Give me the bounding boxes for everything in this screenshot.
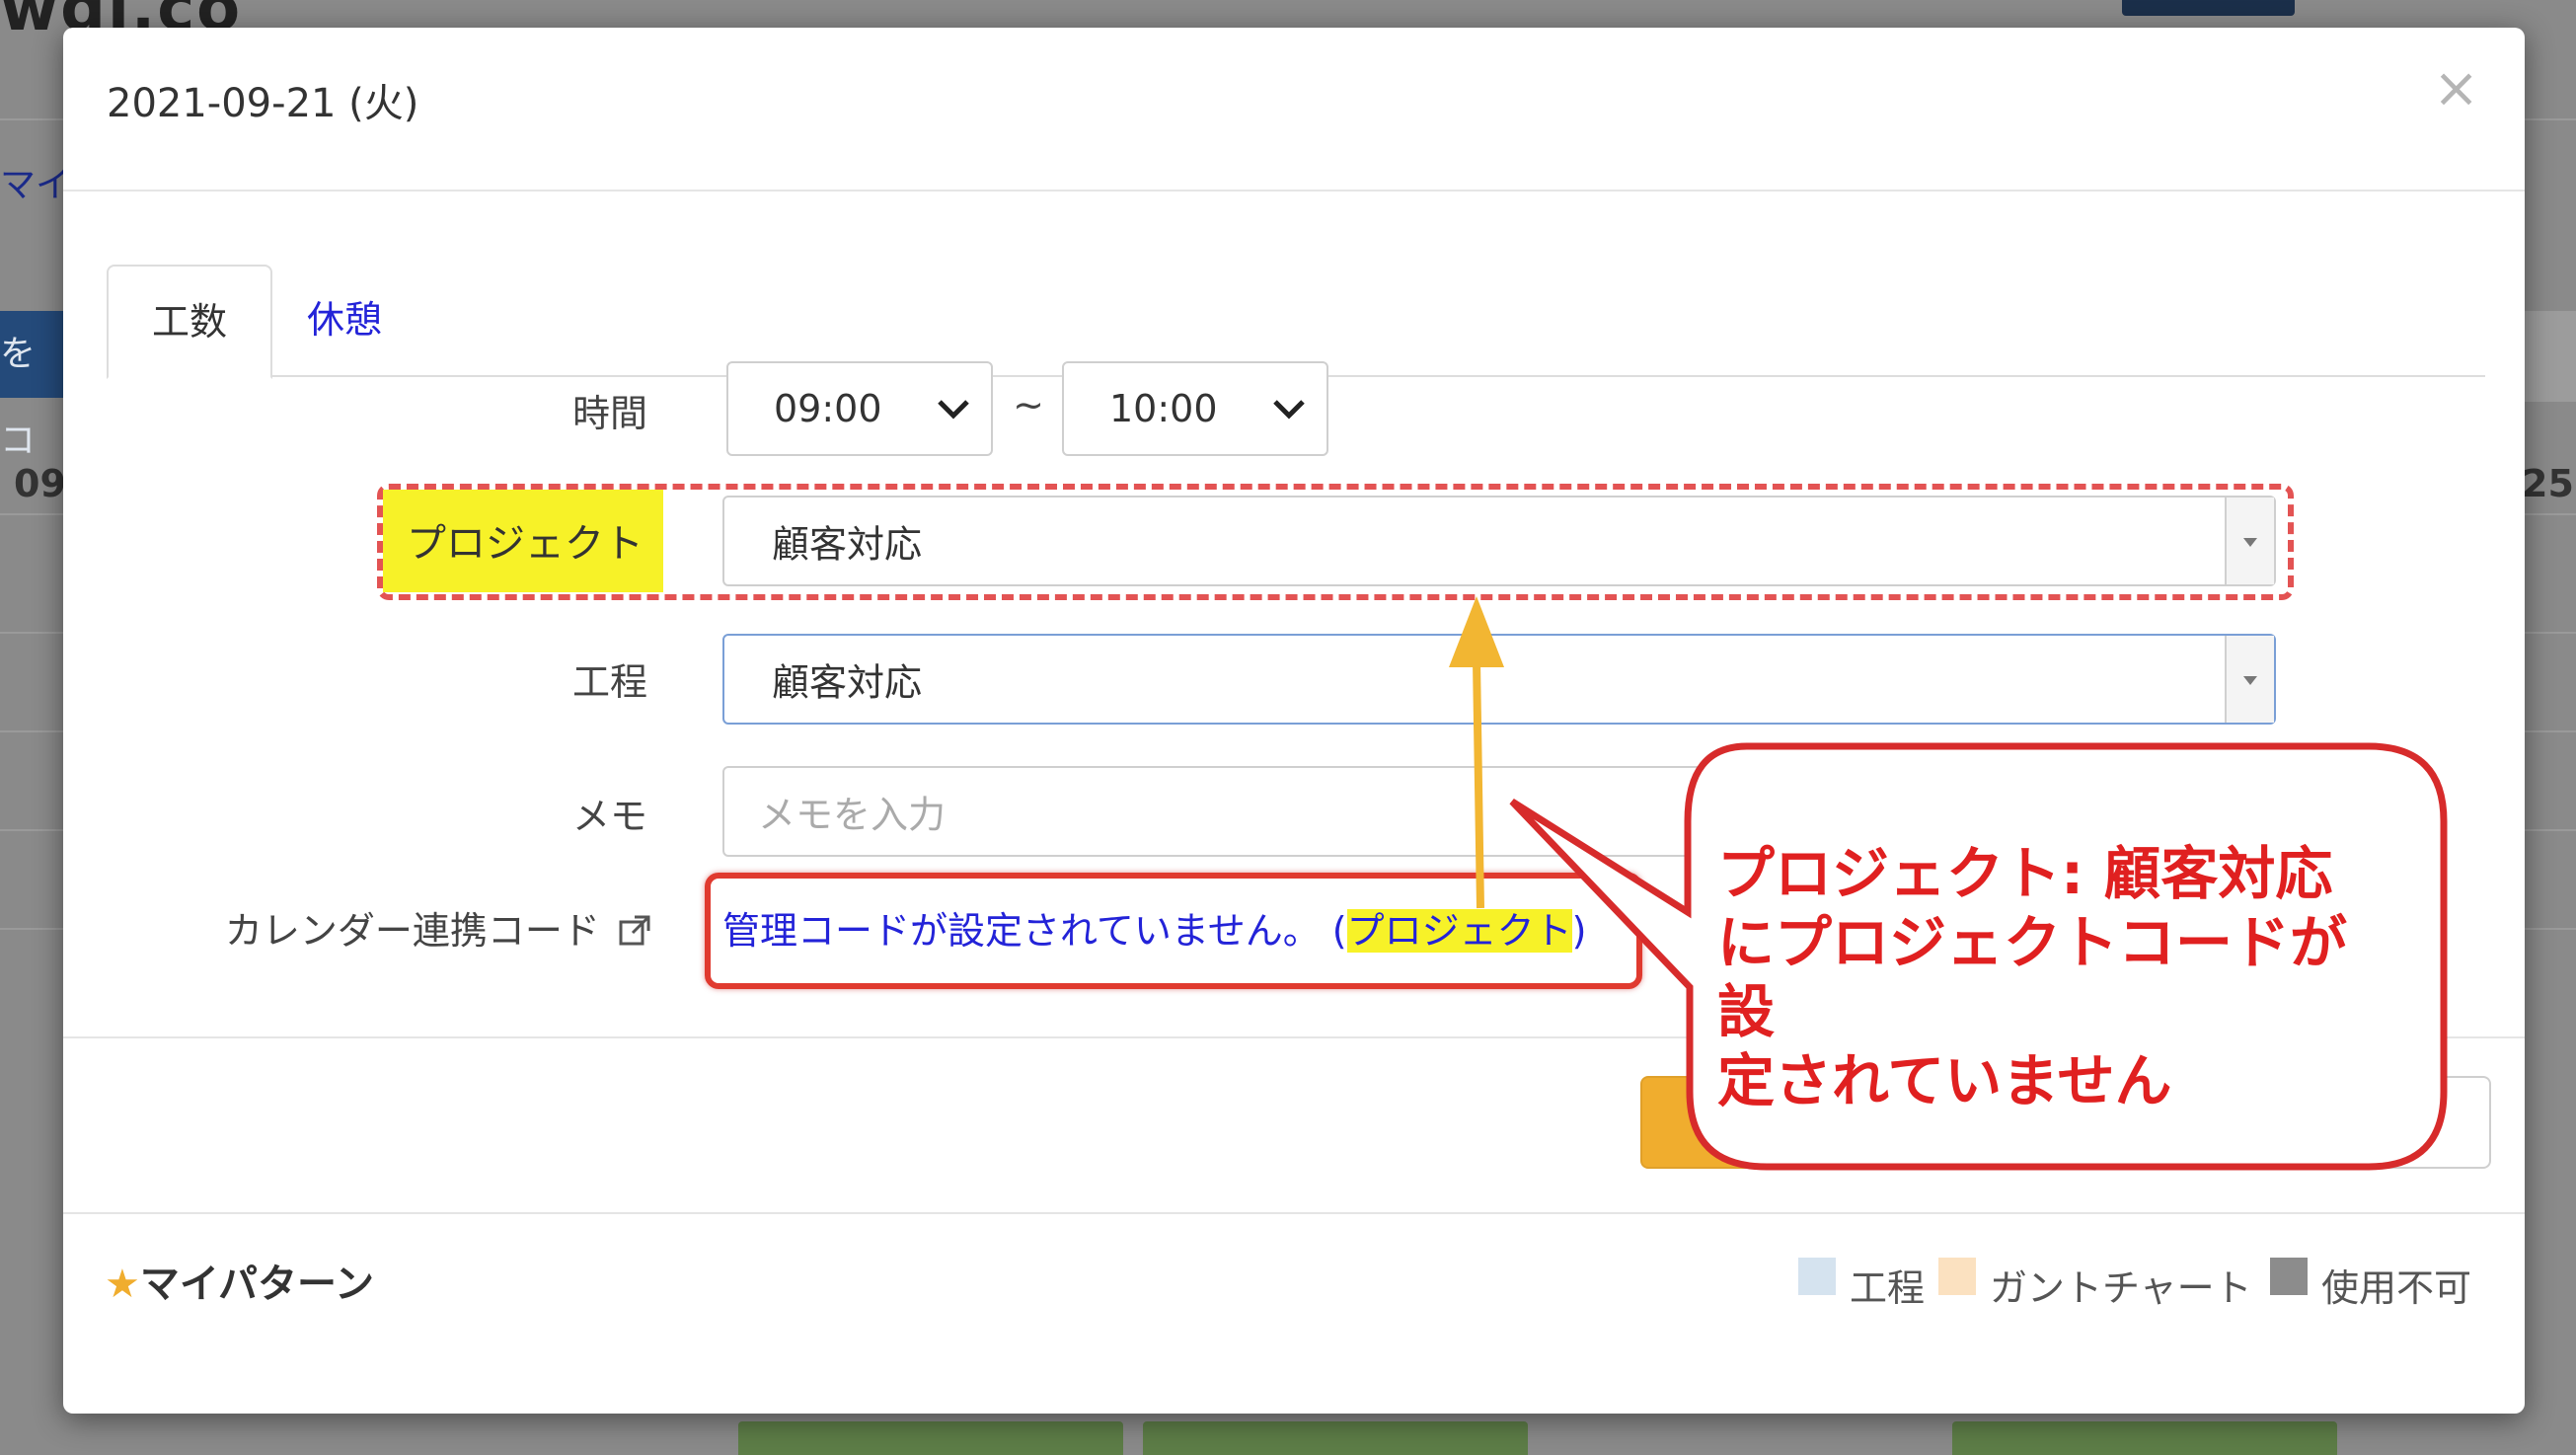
callout-line-1: プロジェクト: 顧客対応 bbox=[1717, 840, 2333, 907]
callout-text: プロジェクト: 顧客対応 にプロジェクトコードが設 定されていません bbox=[1717, 839, 2388, 1115]
annotation-layer bbox=[1449, 596, 2448, 1171]
arrow-up-icon bbox=[1449, 596, 1504, 667]
callout-line-2: にプロジェクトコードが設 bbox=[1717, 909, 2348, 1045]
callout-line-3: 定されていません bbox=[1717, 1047, 2172, 1114]
arrow-line bbox=[1473, 660, 1484, 909]
